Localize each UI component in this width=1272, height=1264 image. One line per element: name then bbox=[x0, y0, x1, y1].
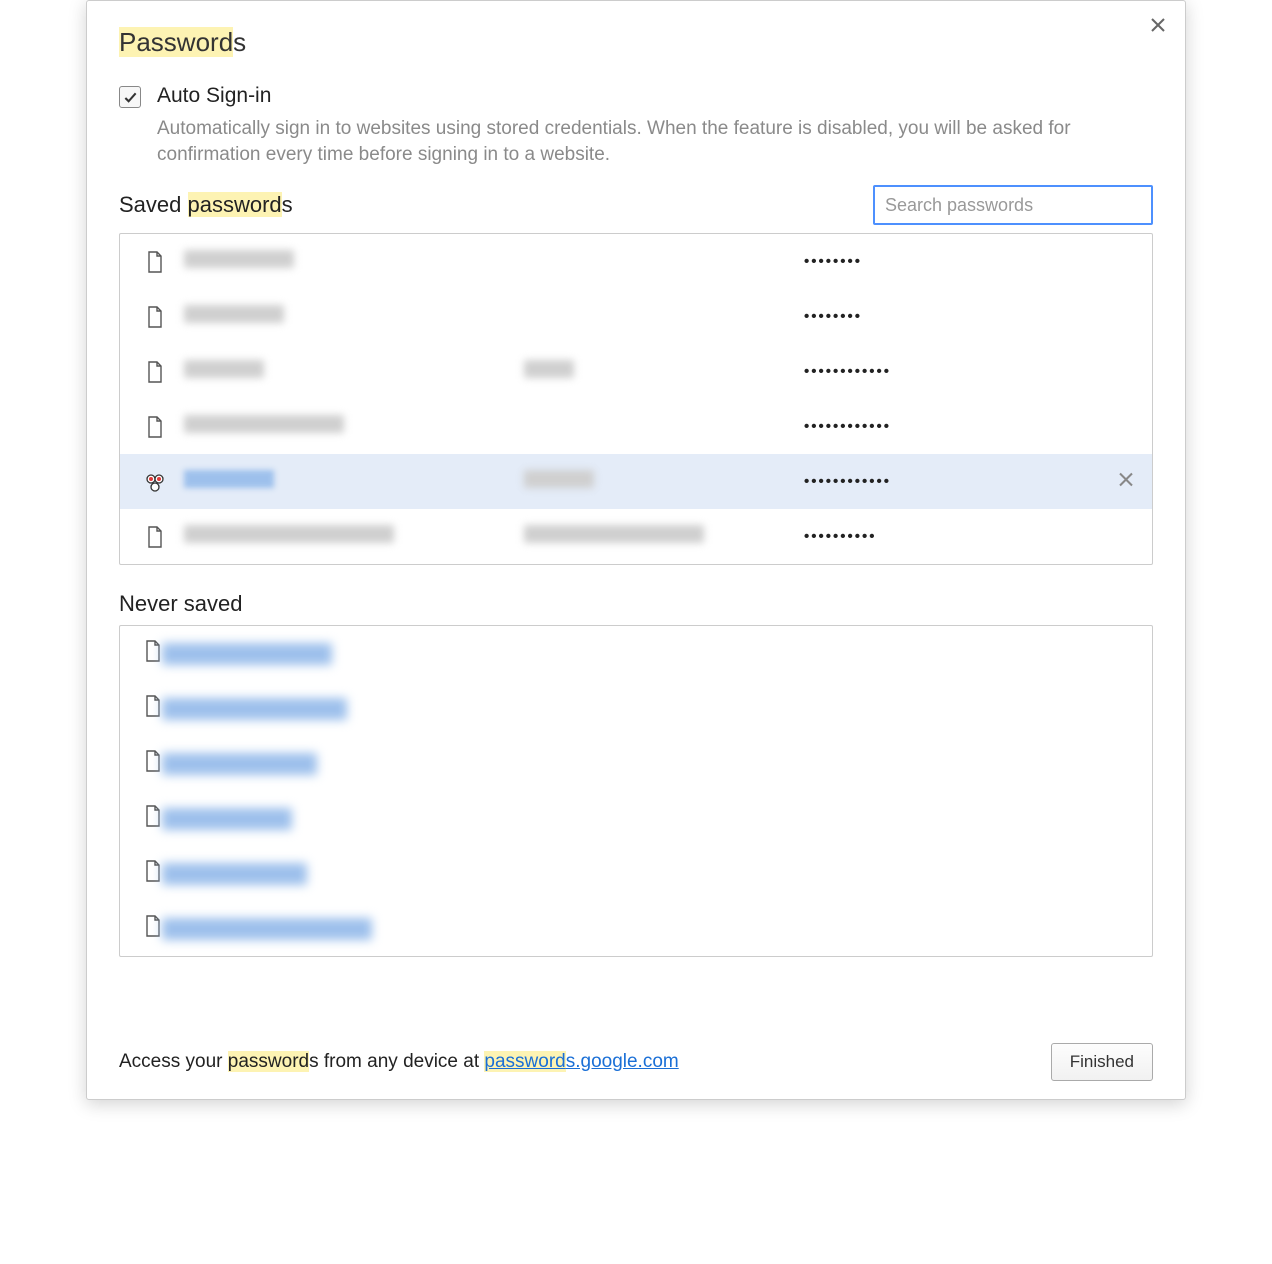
password-cell: •••••••• bbox=[804, 308, 1128, 325]
close-icon[interactable] bbox=[1147, 15, 1169, 37]
delete-entry-icon[interactable] bbox=[1118, 470, 1134, 493]
list-item[interactable] bbox=[120, 901, 1152, 956]
site-cell bbox=[162, 863, 307, 885]
document-icon bbox=[144, 695, 162, 722]
auto-signin-label: Auto Sign-in bbox=[157, 84, 271, 108]
password-cell: •••••••• bbox=[804, 253, 1128, 270]
document-icon bbox=[144, 359, 166, 385]
search-input[interactable] bbox=[873, 185, 1153, 225]
document-icon bbox=[144, 414, 166, 440]
title-tail: s bbox=[233, 27, 246, 57]
finished-button[interactable]: Finished bbox=[1051, 1043, 1153, 1081]
list-item[interactable] bbox=[120, 626, 1152, 681]
passwords-dialog: Passwords Auto Sign-in Automatically sig… bbox=[86, 0, 1186, 1100]
document-icon bbox=[144, 304, 166, 330]
document-icon bbox=[144, 915, 162, 942]
site-cell bbox=[184, 305, 524, 328]
auto-signin-checkbox[interactable] bbox=[119, 86, 141, 108]
site-cell bbox=[184, 415, 524, 438]
document-icon bbox=[144, 524, 166, 550]
table-row[interactable]: •••••••• bbox=[120, 234, 1152, 289]
table-row[interactable]: •••••••••••• bbox=[120, 399, 1152, 454]
page-title: Passwords bbox=[119, 27, 1153, 58]
favicon-icon bbox=[144, 469, 166, 495]
saved-passwords-header: Saved passwords bbox=[119, 185, 1153, 225]
saved-passwords-title: Saved passwords bbox=[119, 192, 293, 218]
table-row[interactable]: •••••••••••• bbox=[120, 344, 1152, 399]
document-icon bbox=[144, 860, 162, 887]
table-row[interactable]: •••••••••••• bbox=[120, 454, 1152, 509]
title-highlight: Password bbox=[119, 27, 233, 57]
table-row[interactable]: •••••••• bbox=[120, 289, 1152, 344]
saved-passwords-table: ••••••••••••••••••••••••••••••••••••••••… bbox=[119, 233, 1153, 565]
site-cell bbox=[162, 753, 317, 775]
site-cell bbox=[162, 698, 347, 720]
password-cell: •••••••••• bbox=[804, 528, 1128, 545]
document-icon bbox=[144, 249, 166, 275]
site-cell bbox=[162, 808, 292, 830]
document-icon bbox=[144, 805, 162, 832]
list-item[interactable] bbox=[120, 736, 1152, 791]
site-cell bbox=[162, 918, 372, 940]
auto-signin-description: Automatically sign in to websites using … bbox=[157, 116, 1153, 167]
document-icon bbox=[144, 750, 162, 777]
site-cell bbox=[184, 470, 524, 493]
username-cell bbox=[524, 470, 804, 493]
never-saved-table bbox=[119, 625, 1153, 957]
passwords-google-link[interactable]: passwords.google.com bbox=[484, 1051, 678, 1072]
site-cell bbox=[184, 250, 524, 273]
dialog-footer: Access your passwords from any device at… bbox=[119, 1043, 1153, 1081]
document-icon bbox=[144, 640, 162, 667]
password-cell: •••••••••••• bbox=[804, 473, 1128, 490]
list-item[interactable] bbox=[120, 791, 1152, 846]
footer-text: Access your passwords from any device at… bbox=[119, 1051, 679, 1073]
table-row[interactable]: •••••••••• bbox=[120, 509, 1152, 564]
list-item[interactable] bbox=[120, 846, 1152, 901]
password-cell: •••••••••••• bbox=[804, 363, 1128, 380]
username-cell bbox=[524, 360, 804, 383]
username-cell bbox=[524, 525, 804, 548]
list-item[interactable] bbox=[120, 681, 1152, 736]
never-saved-title: Never saved bbox=[119, 591, 1153, 617]
password-cell: •••••••••••• bbox=[804, 418, 1128, 435]
auto-signin-row: Auto Sign-in bbox=[119, 84, 1153, 108]
site-cell bbox=[162, 643, 332, 665]
site-cell bbox=[184, 525, 524, 548]
site-cell bbox=[184, 360, 524, 383]
